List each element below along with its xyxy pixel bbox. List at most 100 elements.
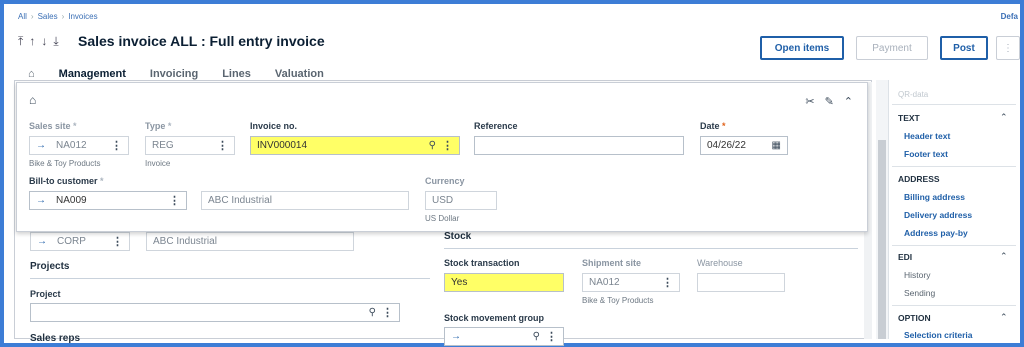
more-icon[interactable]: ⋮ <box>217 139 228 152</box>
header-section-popup: ⌂ ✂ ✎ ⌃ Sales site * → NA012 ⋮ Bike & To… <box>16 82 868 232</box>
sidebar-section-text: TEXT <box>898 113 920 123</box>
arrow-right-icon: → <box>451 331 461 342</box>
type-field[interactable]: REG ⋮ <box>145 136 235 155</box>
sales-site-desc: Bike & Toy Products <box>29 159 101 168</box>
currency-label: Currency <box>425 176 465 186</box>
more-icon[interactable]: ⋮ <box>662 276 673 289</box>
breadcrumb-all[interactable]: All <box>18 12 27 21</box>
warehouse-field[interactable] <box>697 273 785 292</box>
currency-field[interactable]: USD <box>425 191 497 210</box>
more-icon[interactable]: ⋮ <box>546 330 557 343</box>
type-desc: Invoice <box>145 159 171 168</box>
shipment-site-desc: Bike & Toy Products <box>582 296 654 305</box>
tab-invoicing[interactable]: Invoicing <box>150 68 198 80</box>
stock-transaction-label: Stock transaction <box>444 258 520 268</box>
more-icon[interactable]: ⋮ <box>382 306 393 319</box>
bill-to-customer-label: Bill-to customer * <box>29 176 104 186</box>
arrow-right-icon: → <box>36 140 46 151</box>
sidebar-faded-item[interactable]: QR-data <box>898 90 928 99</box>
payment-button[interactable]: Payment <box>856 36 928 60</box>
tab-valuation[interactable]: Valuation <box>275 68 324 80</box>
sidebar-item-header-text[interactable]: Header text <box>904 131 950 141</box>
type-label: Type * <box>145 121 172 131</box>
more-icon[interactable]: ⋮ <box>111 139 122 152</box>
first-record-icon[interactable]: ⤒ <box>18 34 23 49</box>
sidebar-item-delivery-address[interactable]: Delivery address <box>904 210 972 220</box>
projects-divider <box>30 278 430 279</box>
corp-name-field: ABC Industrial <box>146 232 354 251</box>
bill-to-customer-name: ABC Industrial <box>201 191 409 210</box>
stock-title: Stock <box>444 231 472 242</box>
home-icon[interactable]: ⌂ <box>29 93 36 107</box>
arrow-right-icon: → <box>37 236 47 247</box>
project-field[interactable]: ⚲ ⋮ <box>30 303 400 322</box>
previous-record-icon[interactable]: ↑ <box>29 34 35 49</box>
last-record-icon[interactable]: ⤓ <box>53 34 58 49</box>
chevron-up-icon[interactable]: ⌃ <box>1000 112 1008 123</box>
collapse-chevron-icon[interactable]: ⌃ <box>844 95 853 108</box>
sidebar-section-option: OPTION <box>898 313 931 323</box>
edit-pencil-icon[interactable]: ✎ <box>825 95 834 108</box>
breadcrumb: All › Sales › Invoices <box>18 12 98 21</box>
section-tools: ✂ ✎ ⌃ <box>805 95 853 108</box>
sidebar-item-sending[interactable]: Sending <box>904 288 935 298</box>
sidebar-section-edi: EDI <box>898 252 913 262</box>
currency-desc: US Dollar <box>425 214 460 223</box>
breadcrumb-chevron-icon: › <box>61 12 65 21</box>
more-icon[interactable]: ⋮ <box>169 194 180 207</box>
sidebar-divider <box>892 305 1016 306</box>
sidebar-section-address: ADDRESS <box>898 174 940 184</box>
bill-to-customer-field[interactable]: → NA009 ⋮ <box>29 191 187 210</box>
sidebar-item-history[interactable]: History <box>904 270 930 280</box>
reference-field[interactable] <box>474 136 684 155</box>
open-items-button[interactable]: Open items <box>760 36 844 60</box>
shipment-site-field[interactable]: NA012 ⋮ <box>582 273 680 292</box>
breadcrumb-sales[interactable]: Sales <box>38 12 58 21</box>
corp-field[interactable]: → CORP ⋮ <box>30 232 130 251</box>
invoice-no-label: Invoice no. <box>250 121 298 131</box>
projects-title: Projects <box>30 261 70 272</box>
sales-site-field[interactable]: → NA012 ⋮ <box>29 136 129 155</box>
sidebar-divider <box>892 104 1016 105</box>
calendar-icon[interactable]: ▦ <box>772 140 781 151</box>
sidebar-divider <box>892 245 1016 246</box>
page-title: Sales invoice ALL : Full entry invoice <box>78 33 325 49</box>
sidebar-item-footer-text[interactable]: Footer text <box>904 149 948 159</box>
stock-movement-group-label: Stock movement group <box>444 313 545 323</box>
next-record-icon[interactable]: ↓ <box>41 34 47 49</box>
search-icon[interactable]: ⚲ <box>429 140 436 151</box>
sidebar-item-address-pay-by[interactable]: Address pay-by <box>904 228 968 238</box>
home-icon[interactable]: ⌂ <box>28 68 35 80</box>
invoice-no-field[interactable]: INV000014 ⚲ ⋮ <box>250 136 460 155</box>
project-label: Project <box>30 289 61 299</box>
breadcrumb-invoices[interactable]: Invoices <box>68 12 97 21</box>
sales-site-label: Sales site * <box>29 121 77 131</box>
sidebar-divider <box>892 166 1016 167</box>
post-button[interactable]: Post <box>940 36 988 60</box>
search-icon[interactable]: ⚲ <box>533 331 540 342</box>
breadcrumb-chevron-icon: › <box>30 12 34 21</box>
more-icon[interactable]: ⋮ <box>442 139 453 152</box>
chevron-up-icon[interactable]: ⌃ <box>1000 251 1008 262</box>
date-label: Date * <box>700 121 726 131</box>
stock-transaction-field[interactable]: Yes <box>444 273 564 292</box>
sidebar-item-selection-criteria[interactable]: Selection criteria <box>904 330 973 340</box>
stock-divider <box>444 248 858 249</box>
more-actions-button[interactable]: ⋮ <box>996 36 1020 60</box>
tab-management[interactable]: Management <box>59 68 126 80</box>
chevron-up-icon[interactable]: ⌃ <box>1000 312 1008 323</box>
reference-label: Reference <box>474 121 518 131</box>
warehouse-label: Warehouse <box>697 258 743 268</box>
arrow-right-icon: → <box>36 195 46 206</box>
sales-reps-title: Sales reps <box>30 333 81 344</box>
record-navigation: ⤒ ↑ ↓ ⤓ <box>18 34 59 49</box>
date-field[interactable]: 04/26/22 ▦ <box>700 136 788 155</box>
stock-movement-group-field[interactable]: → ⚲ ⋮ <box>444 327 564 346</box>
tools-icon[interactable]: ✂ <box>805 95 814 108</box>
more-icon[interactable]: ⋮ <box>112 235 123 248</box>
sidebar-item-billing-address[interactable]: Billing address <box>904 192 965 202</box>
search-icon[interactable]: ⚲ <box>369 307 376 318</box>
sidebar-scrollbar[interactable] <box>878 140 886 339</box>
tab-lines[interactable]: Lines <box>222 68 251 80</box>
top-right-link[interactable]: Defa <box>1001 12 1018 21</box>
